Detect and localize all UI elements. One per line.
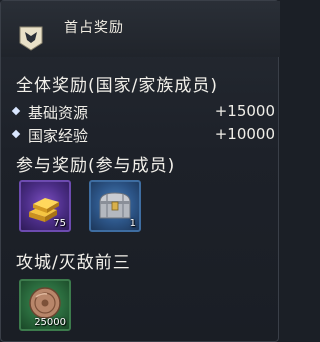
bullet-diamond-icon <box>11 129 21 139</box>
resource-row: 国家经验 +10000 <box>11 125 275 145</box>
reward-item-coin[interactable]: 25000 <box>19 279 71 331</box>
reward-item-chest[interactable]: 1 <box>89 180 141 232</box>
reward-item-gold[interactable]: 75 <box>19 180 71 232</box>
section-top-three-title: 攻城/灭敌前三 <box>16 253 131 273</box>
reward-panel: 首占奖励 全体奖励(国家/家族成员) 基础资源 +15000 国家经验 +100… <box>0 0 280 342</box>
item-quantity: 25000 <box>34 317 66 328</box>
resource-name: 国家经验 <box>28 127 89 145</box>
resource-value: +10000 <box>214 125 275 143</box>
banner-emblem-icon <box>19 26 43 51</box>
item-quantity: 1 <box>129 218 136 229</box>
bullet-diamond-icon <box>11 106 21 116</box>
item-quantity: 75 <box>53 218 66 229</box>
resource-name: 基础资源 <box>28 104 89 122</box>
panel-header: 首占奖励 <box>1 1 280 57</box>
resource-row: 基础资源 +15000 <box>11 102 275 122</box>
section-participant-title: 参与奖励(参与成员) <box>16 156 176 176</box>
page-title: 首占奖励 <box>64 20 124 36</box>
section-all-members-title: 全体奖励(国家/家族成员) <box>16 76 218 96</box>
resource-value: +15000 <box>214 102 275 120</box>
